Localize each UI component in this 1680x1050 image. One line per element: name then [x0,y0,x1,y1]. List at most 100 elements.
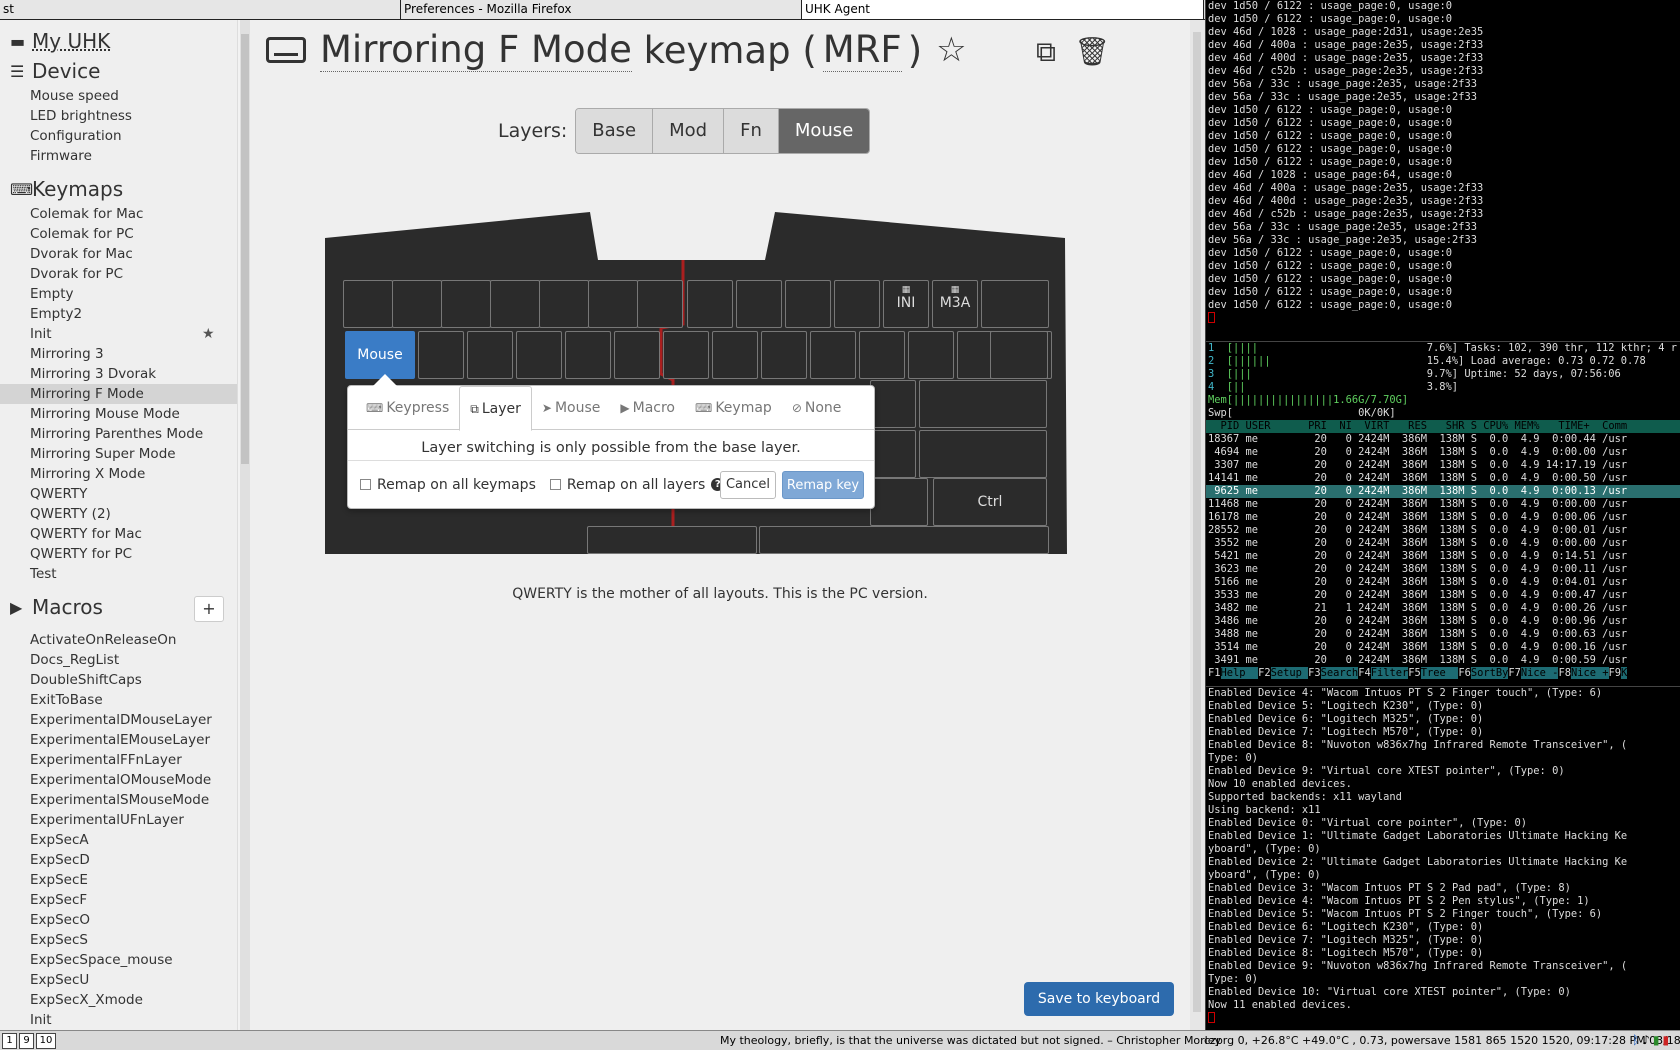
sidebar-keymap-item[interactable]: Test [0,564,237,584]
keyboard-key[interactable] [870,380,916,428]
workspace-10[interactable]: 10 [36,1032,56,1049]
keyboard-key[interactable] [663,331,709,379]
htop-column-header[interactable]: PID USER PRI NI VIRT RES SHR S CPU% MEM%… [1206,420,1680,433]
tab-macro[interactable]: ▶ Macro [610,386,685,430]
tab-keymap[interactable]: ⌨ Keymap [685,386,782,430]
sidebar-keymap-item[interactable]: Mirroring 3 [0,344,237,364]
sidebar-keymap-item[interactable]: Mirroring 3 Dvorak [0,364,237,384]
sidebar-keymap-item[interactable]: QWERTY for PC [0,544,237,564]
cancel-button[interactable]: Cancel [720,471,776,499]
sidebar-macros-header[interactable]: ▶ Macros + [0,592,237,622]
process-row[interactable]: 3491 me 20 0 2424M 386M 138M S 0.0 4.9 0… [1206,654,1680,667]
sidebar-keymap-item[interactable]: Colemak for PC [0,224,237,244]
sidebar-keymap-item[interactable]: QWERTY (2) [0,504,237,524]
tab-none[interactable]: ⊘ None [782,386,852,430]
star-icon[interactable]: ☆ [936,30,966,70]
sidebar-macro-item[interactable]: ExperimentalUFnLayer [0,810,237,830]
sidebar-device-item[interactable]: Firmware [0,146,237,166]
keyboard-key[interactable] [687,280,733,328]
sidebar-macro-item[interactable]: ActivateOnReleaseOn [0,630,237,650]
process-row[interactable]: 3307 me 20 0 2424M 386M 138M S 0.0 4.9 1… [1206,459,1680,472]
remap-all-keymaps-checkbox[interactable] [360,479,371,490]
keyboard-key[interactable] [785,280,831,328]
process-row[interactable]: 3488 me 20 0 2424M 386M 138M S 0.0 4.9 0… [1206,628,1680,641]
key-ini[interactable]: ▦ INI [883,280,929,328]
sidebar-device-item[interactable]: Configuration [0,126,237,146]
sidebar-scroll-thumb[interactable] [241,34,249,464]
fkey-label[interactable]: Setup [1270,667,1309,679]
keymap-name[interactable]: Mirroring F Mode [320,28,632,72]
keyboard-key[interactable] [565,331,611,379]
sidebar-macro-item[interactable]: ExpSecD [0,850,237,870]
sidebar-keymap-item[interactable]: Empty2 [0,304,237,324]
remap-all-layers-label[interactable]: Remap on all layers [567,477,705,493]
keyboard-key[interactable] [834,280,880,328]
keyboard-key[interactable] [516,331,562,379]
keyboard-key[interactable] [919,430,1047,478]
sidebar-macro-item[interactable]: ExperimentalDMouseLayer [0,710,237,730]
main-scrollbar[interactable] [1190,20,1205,1030]
sidebar-keymap-item[interactable]: Mirroring F Mode [0,384,237,404]
main-scroll-thumb[interactable] [1193,32,1201,1012]
keyboard-key[interactable] [908,331,954,379]
sidebar-macro-item[interactable]: ExpSecSpace_mouse [0,950,237,970]
keyboard-key[interactable] [981,280,1049,328]
layer-button-mod[interactable]: Mod [653,109,725,153]
fkey[interactable]: F3 [1308,667,1321,679]
key-mouse[interactable]: Mouse [345,331,415,379]
fkey[interactable]: F9 [1609,667,1622,679]
tab-keypress[interactable]: ⌨ Keypress [356,386,459,430]
keyboard-key[interactable] [761,331,807,379]
sidebar-macro-item[interactable]: Init [0,1010,237,1030]
process-row[interactable]: 3623 me 20 0 2424M 386M 138M S 0.0 4.9 0… [1206,563,1680,576]
sidebar-device-item[interactable]: Mouse speed [0,86,237,106]
keyboard-key[interactable] [588,280,638,328]
layer-button-fn[interactable]: Fn [724,109,779,153]
fkey[interactable]: F5 [1408,667,1421,679]
sidebar-keymap-item[interactable]: Dvorak for Mac [0,244,237,264]
sidebar-macro-item[interactable]: ExpSecA [0,830,237,850]
keyboard-key[interactable] [614,331,660,379]
bluetooth-icon[interactable]: ᛒ [1632,1033,1639,1047]
add-macro-button[interactable]: + [194,596,224,622]
trash-icon[interactable]: 🗑 [1074,34,1110,70]
process-row[interactable]: 11468 me 20 0 2424M 386M 138M S 0.0 4.9 … [1206,498,1680,511]
sidebar-keymap-item[interactable]: Mirroring Super Mode [0,444,237,464]
keyboard-key[interactable] [467,331,513,379]
sidebar-macro-item[interactable]: ExperimentalSMouseMode [0,790,237,810]
fkey[interactable]: F4 [1358,667,1371,679]
process-row[interactable]: 3552 me 20 0 2424M 386M 138M S 0.0 4.9 0… [1206,537,1680,550]
keyboard-key[interactable] [870,430,916,478]
process-row[interactable]: 28552 me 20 0 2424M 386M 138M S 0.0 4.9 … [1206,524,1680,537]
keyboard-key[interactable] [587,526,757,554]
keyboard-key[interactable] [712,331,758,379]
sidebar-macro-item[interactable]: ExpSecO [0,910,237,930]
fkey-label[interactable]: K [1621,667,1628,679]
sidebar-keymap-item[interactable]: Dvorak for PC [0,264,237,284]
keyboard-key[interactable] [736,280,782,328]
window-title-st[interactable]: st [0,0,401,20]
keymap-abbreviation[interactable]: MRF [822,28,902,72]
sidebar-macro-item[interactable]: ExpSecF [0,890,237,910]
tab-mouse[interactable]: ➤ Mouse [532,386,611,430]
terminal-htop[interactable]: 1 [|||| 7.6%] Tasks: 102, 390 thr, 112 kt… [1205,342,1680,687]
process-row[interactable]: 3533 me 20 0 2424M 386M 138M S 0.0 4.9 0… [1206,589,1680,602]
sidebar-macro-item[interactable]: ExperimentalFFnLayer [0,750,237,770]
process-row[interactable]: 5421 me 20 0 2424M 386M 138M S 0.0 4.9 0… [1206,550,1680,563]
sidebar-macro-item[interactable]: ExperimentalEMouseLayer [0,730,237,750]
sidebar-scrollbar[interactable] [240,20,250,1030]
sidebar-my-uhk[interactable]: ▬ My UHK [0,26,237,56]
sidebar-keymap-item[interactable]: Mirroring Parenthes Mode [0,424,237,444]
network-icon[interactable]: ▮ [1653,1033,1660,1047]
keyboard-key[interactable] [919,380,1047,428]
fkey[interactable]: F7 [1508,667,1521,679]
process-row[interactable]: 4694 me 20 0 2424M 386M 138M S 0.0 4.9 0… [1206,446,1680,459]
layer-button-mouse[interactable]: Mouse [778,109,870,153]
process-row[interactable]: 9625 me 20 0 2424M 386M 138M S 0.0 4.9 0… [1206,485,1680,498]
workspace-9[interactable]: 9 [19,1032,34,1049]
sidebar-keymap-item[interactable]: QWERTY [0,484,237,504]
sidebar-keymap-item[interactable]: Empty [0,284,237,304]
window-title-uhk-agent[interactable]: UHK Agent [802,0,1204,20]
sidebar-keymap-item[interactable]: Mirroring X Mode [0,464,237,484]
keyboard-key[interactable] [637,280,683,328]
